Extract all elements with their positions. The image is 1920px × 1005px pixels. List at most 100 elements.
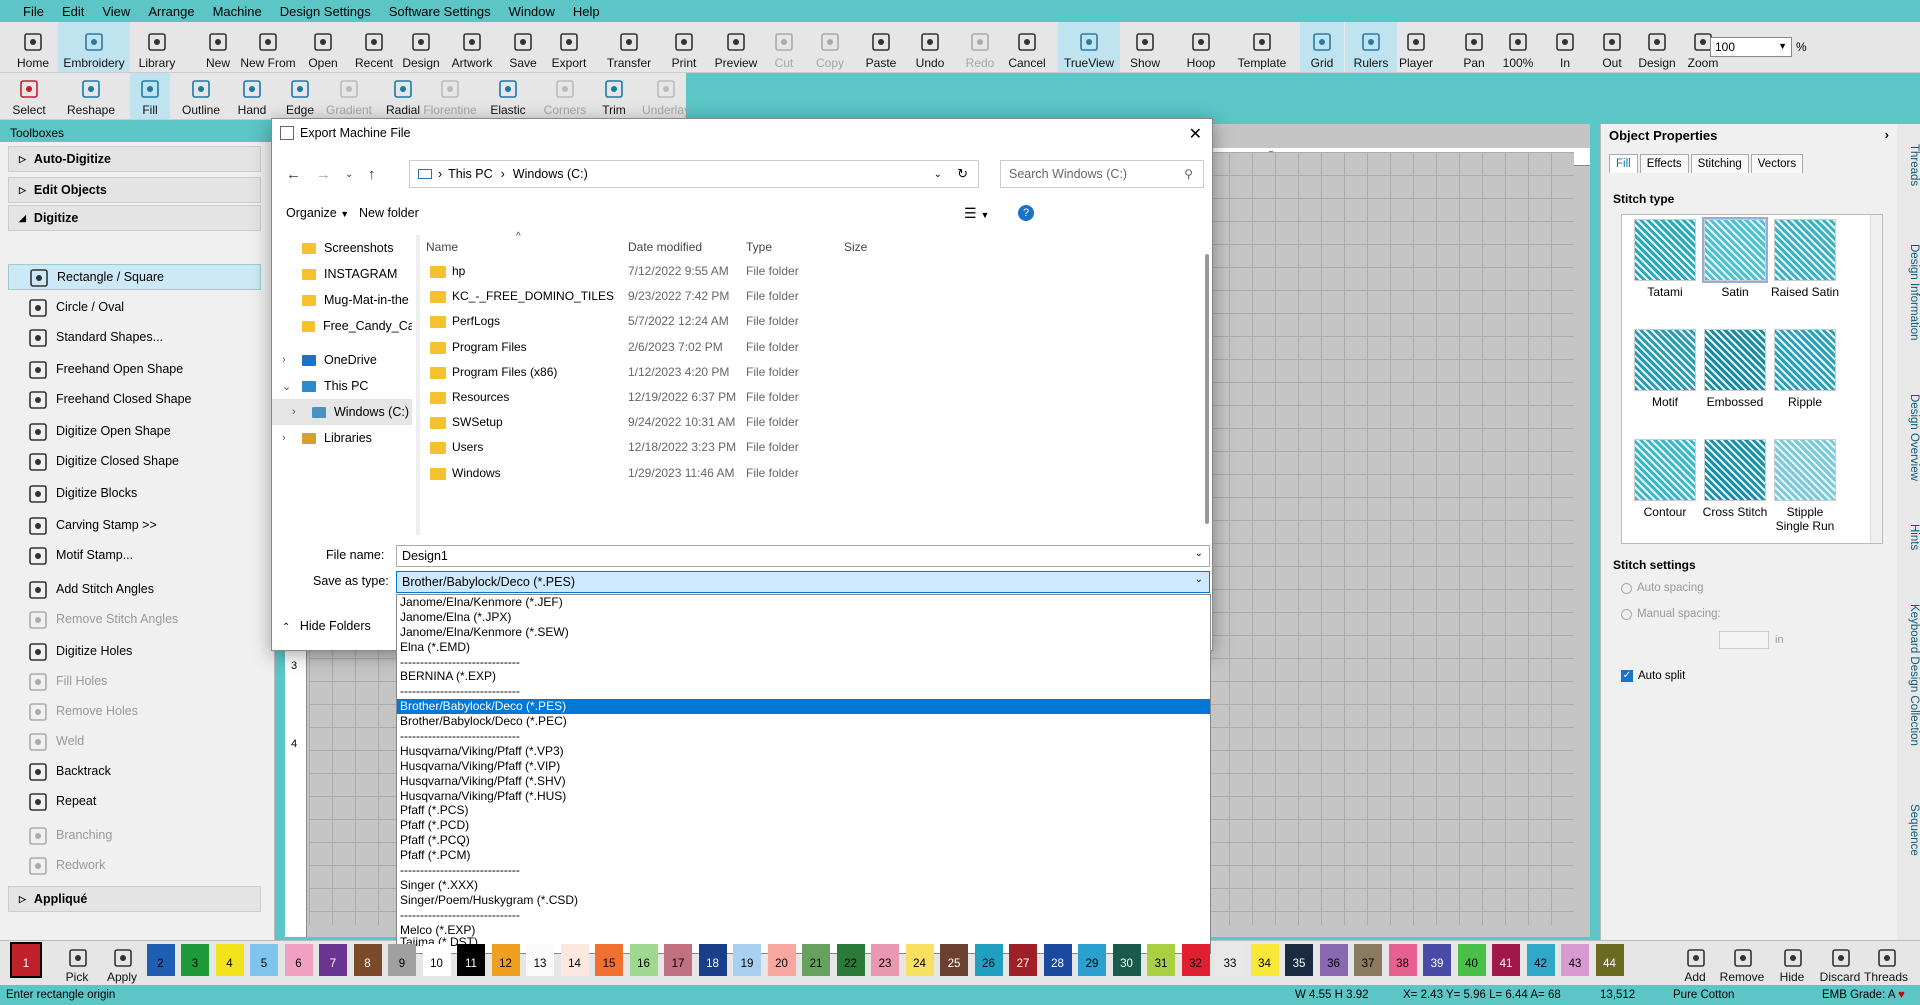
stitch-type-ripple[interactable]: Ripple	[1770, 329, 1840, 409]
palette-apply-button[interactable]: Apply	[100, 942, 144, 984]
toolbar-preview-button[interactable]: Preview	[712, 22, 760, 72]
address-bar[interactable]: › This PC › Windows (C:) ⌄ ↻	[409, 160, 979, 188]
toolbar-undo-button[interactable]: Undo	[909, 22, 951, 72]
menu-design-settings[interactable]: Design Settings	[271, 4, 380, 19]
thread-color-9[interactable]: 9	[388, 944, 416, 976]
file-type-option[interactable]: Pfaff (*.PCQ)	[397, 833, 1210, 848]
toolbar-paste-button[interactable]: Paste	[859, 22, 903, 72]
tab-fill[interactable]: Fill	[1609, 154, 1638, 173]
zoom-input[interactable]: 100 ▼	[1710, 37, 1792, 57]
chevron-down-icon[interactable]: ▼	[1778, 41, 1787, 51]
tool-motif-stamp[interactable]: Motif Stamp...	[8, 542, 261, 568]
menu-edit[interactable]: Edit	[53, 4, 93, 19]
thread-color-18[interactable]: 18	[698, 944, 727, 976]
nav-item-screenshots[interactable]: Screenshots	[272, 235, 412, 261]
thread-color-21[interactable]: 21	[802, 944, 830, 976]
menu-software-settings[interactable]: Software Settings	[380, 4, 500, 19]
thread-color-41[interactable]: 41	[1492, 944, 1520, 976]
tool-carving-stamp[interactable]: Carving Stamp >>	[8, 512, 261, 538]
thread-color-44[interactable]: 44	[1595, 944, 1624, 976]
file-type-option[interactable]: Janome/Elna/Kenmore (*.SEW)	[397, 625, 1210, 640]
thread-color-35[interactable]: 35	[1285, 944, 1313, 976]
tool-digitize-holes[interactable]: Digitize Holes	[8, 638, 261, 664]
nav-item-windows-c-[interactable]: › Windows (C:)	[272, 399, 412, 425]
recent-chevron-icon[interactable]: ⌄	[345, 169, 353, 180]
toolbar-home-button[interactable]: Home	[8, 22, 58, 72]
side-tab-keyboard-design-collection[interactable]: Keyboard Design Collection	[1897, 584, 1920, 746]
chevron-down-icon[interactable]: ⌄	[1195, 574, 1203, 585]
menu-machine[interactable]: Machine	[204, 4, 271, 19]
toolbar-show-button[interactable]: Show	[1120, 22, 1170, 72]
column-header-date-modified[interactable]: Date modified	[628, 240, 702, 254]
up-arrow-icon[interactable]: ↑	[368, 166, 376, 183]
file-type-option[interactable]: Husqvarna/Viking/Pfaff (*.SHV)	[397, 774, 1210, 789]
file-row[interactable]: PerfLogs 5/7/2022 12:24 AM File folder	[420, 309, 1200, 334]
file-type-option[interactable]: Janome/Elna (*.JPX)	[397, 610, 1210, 625]
side-tab-hints[interactable]: Hints	[1897, 504, 1920, 550]
nav-item-this-pc[interactable]: ⌄ This PC	[272, 373, 412, 399]
tool-edge-button[interactable]: Edge	[280, 73, 320, 119]
view-options-icon[interactable]: ☰ ▼	[964, 205, 989, 222]
help-icon[interactable]: ?	[1018, 205, 1034, 221]
tool-outline-button[interactable]: Outline	[178, 73, 224, 119]
stitch-type-stipple[interactable]: Stipple Single Run	[1770, 439, 1840, 533]
toolbar-100--button[interactable]: 100%	[1496, 22, 1540, 72]
stitch-type-embossed[interactable]: Embossed	[1700, 329, 1770, 409]
thread-color-5[interactable]: 5	[250, 944, 278, 976]
auto-split-option[interactable]: ✓ Auto split	[1621, 670, 1685, 682]
thread-color-24[interactable]: 24	[905, 944, 934, 976]
thread-color-28[interactable]: 28	[1043, 944, 1072, 976]
file-row[interactable]: Users 12/18/2022 3:23 PM File folder	[420, 435, 1200, 460]
stitch-type-tatami[interactable]: Tatami	[1630, 219, 1700, 299]
thread-color-6[interactable]: 6	[284, 944, 313, 976]
file-type-option[interactable]: Brother/Babylock/Deco (*.PES)	[397, 699, 1210, 715]
tool-remove-stitch-angles[interactable]: Remove Stitch Angles	[8, 606, 261, 632]
thread-color-29[interactable]: 29	[1078, 944, 1106, 976]
thread-color-42[interactable]: 42	[1526, 944, 1555, 976]
toolbar-new-button[interactable]: New	[198, 22, 238, 72]
toolbar-rulers-button[interactable]: Rulers	[1345, 22, 1397, 72]
tool-repeat[interactable]: Repeat	[8, 788, 261, 814]
tab-effects[interactable]: Effects	[1639, 154, 1689, 173]
radio-icon[interactable]	[1621, 608, 1632, 620]
thread-color-26[interactable]: 26	[974, 944, 1003, 976]
toolbar-pan-button[interactable]: Pan	[1454, 22, 1494, 72]
file-row[interactable]: Program Files (x86) 1/12/2023 4:20 PM File…	[420, 360, 1200, 385]
nav-item-instagram[interactable]: INSTAGRAM	[272, 261, 412, 287]
tool-standard-shapes[interactable]: Standard Shapes...	[8, 324, 261, 350]
toolbar-out-button[interactable]: Out	[1592, 22, 1632, 72]
tool-branching[interactable]: Branching	[8, 822, 261, 848]
thread-color-31[interactable]: 31	[1147, 944, 1175, 976]
thread-color-16[interactable]: 16	[629, 944, 658, 976]
refresh-icon[interactable]: ↻	[957, 166, 968, 182]
chevron-down-icon[interactable]: ⌄	[282, 380, 291, 393]
tool-select-button[interactable]: Select	[6, 73, 52, 119]
back-arrow-icon[interactable]: ←	[286, 166, 301, 183]
file-type-option[interactable]: Melco (*.EXP)	[397, 923, 1210, 938]
file-type-option[interactable]: Pfaff (*.PCS)	[397, 803, 1210, 818]
radio-icon[interactable]	[1621, 582, 1632, 594]
chevron-right-icon[interactable]: ›	[292, 406, 296, 418]
toolbar-copy-button[interactable]: Copy	[810, 22, 850, 72]
file-type-option[interactable]: Singer (*.XXX)	[397, 878, 1210, 893]
tool-redwork[interactable]: Redwork	[8, 852, 261, 878]
checkbox-checked-icon[interactable]: ✓	[1621, 670, 1633, 682]
thread-color-40[interactable]: 40	[1457, 944, 1486, 976]
nav-item-free-candy-car[interactable]: Free_Candy_Car	[272, 313, 412, 339]
tool-reshape-button[interactable]: Reshape	[64, 73, 118, 119]
file-type-option[interactable]: Singer/Poem/Huskygram (*.CSD)	[397, 893, 1210, 908]
side-tab-design-overview[interactable]: Design Overview	[1897, 374, 1920, 481]
toolbar-in-button[interactable]: In	[1543, 22, 1587, 72]
file-type-option[interactable]: Brother/Babylock/Deco (*.PEC)	[397, 714, 1210, 729]
toolbox-section-auto-digitize[interactable]: ▷ Auto-Digitize	[8, 146, 261, 172]
stitch-type-motif[interactable]: Motif	[1630, 329, 1700, 409]
chevron-right-icon[interactable]: ›	[282, 354, 286, 366]
breadcrumb-drive[interactable]: Windows (C:)	[513, 167, 588, 181]
thread-color-25[interactable]: 25	[940, 944, 968, 976]
toolbar-open-button[interactable]: Open	[301, 22, 345, 72]
palette-hide-button[interactable]: Hide	[1770, 942, 1814, 984]
organize-button[interactable]: Organize ▼	[286, 206, 349, 220]
thread-color-1[interactable]: 1	[10, 942, 42, 978]
palette-remove-button[interactable]: Remove	[1720, 942, 1764, 984]
file-type-option[interactable]: Pfaff (*.PCM)	[397, 848, 1210, 863]
